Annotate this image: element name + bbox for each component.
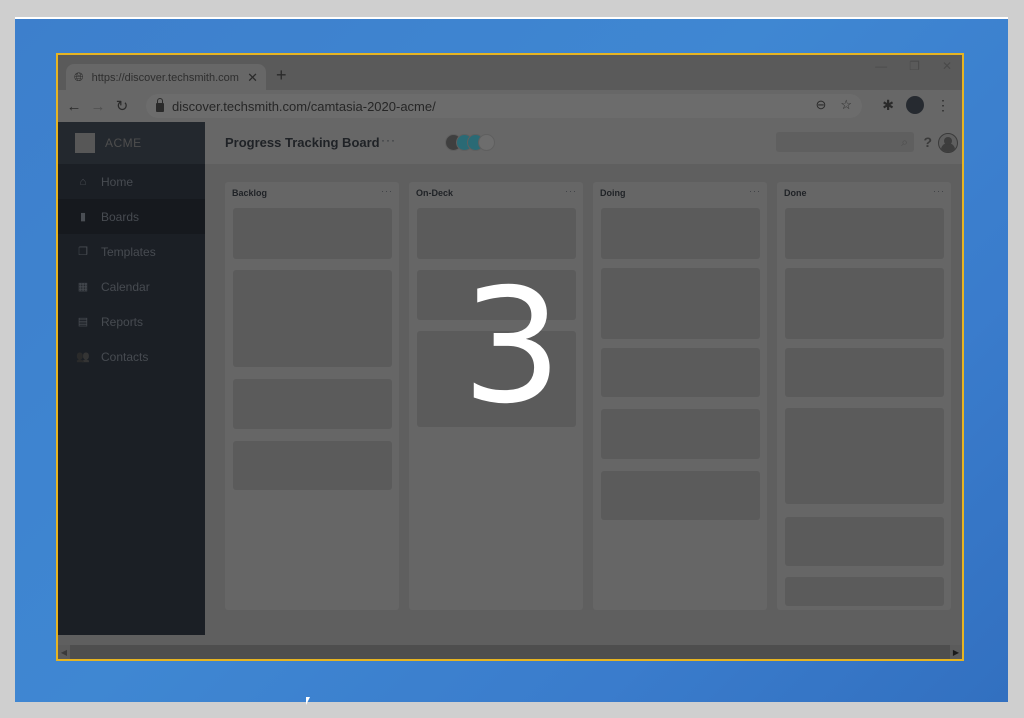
page-title: Progress Tracking Board — [225, 135, 380, 150]
board-more-icon[interactable]: ··· — [381, 133, 396, 147]
column-more-icon[interactable]: ··· — [933, 186, 945, 196]
minimize-button[interactable]: — — [875, 59, 887, 73]
brand[interactable]: ACME — [58, 122, 205, 164]
card[interactable] — [785, 268, 944, 339]
tab-close-icon[interactable]: ✕ — [247, 70, 258, 86]
forward-button[interactable]: → — [86, 98, 110, 115]
zoom-icon[interactable]: ⊖ — [815, 97, 826, 113]
back-button[interactable]: ← — [62, 98, 86, 115]
window-controls: — ❐ ✕ — [875, 59, 952, 73]
copy-icon: ❐ — [78, 246, 88, 258]
mouse-cursor-icon — [306, 697, 310, 705]
browser-toolbar: ← → ↻ discover.techsmith.com/camtasia-20… — [58, 90, 962, 122]
browser-tab-bar: 🌐︎ https://discover.techsmith.com/c ✕ + … — [58, 55, 962, 91]
scroll-right-arrow[interactable]: ▶ — [950, 645, 962, 659]
extensions-icon[interactable]: ✱ — [882, 97, 894, 114]
card[interactable] — [601, 208, 760, 259]
card[interactable] — [233, 270, 392, 367]
address-bar[interactable]: discover.techsmith.com/camtasia-2020-acm… — [146, 94, 862, 118]
globe-icon: 🌐︎ — [74, 70, 84, 84]
tab-title: https://discover.techsmith.com/c — [91, 71, 240, 84]
help-icon[interactable]: ? — [923, 134, 932, 150]
user-avatar[interactable] — [938, 133, 958, 153]
clipboard-icon: ▮ — [79, 211, 87, 223]
search-input[interactable]: ⌕ — [776, 132, 914, 152]
column-backlog: Backlog ··· — [225, 182, 399, 610]
card[interactable] — [785, 577, 944, 606]
card[interactable] — [785, 208, 944, 259]
board-header: Progress Tracking Board ··· ⌕ ? — [205, 122, 962, 164]
calendar-icon: ▦ — [77, 281, 89, 293]
card[interactable] — [601, 348, 760, 397]
browser-tab[interactable]: 🌐︎ https://discover.techsmith.com/c ✕ — [66, 64, 266, 91]
browser-menu-icon[interactable]: ⋮ — [936, 97, 950, 114]
card[interactable] — [417, 270, 576, 320]
sidebar-item-reports[interactable]: ▤ Reports — [58, 304, 205, 339]
avatar[interactable] — [478, 134, 495, 151]
column-done: Done ··· — [777, 182, 951, 610]
users-icon: 👥 — [76, 351, 90, 363]
recording-area-frame: 🌐︎ https://discover.techsmith.com/c ✕ + … — [56, 53, 964, 661]
brand-logo — [75, 133, 95, 153]
card[interactable] — [233, 208, 392, 259]
sidebar-item-label: Calendar — [101, 279, 150, 294]
column-title: Doing — [600, 188, 626, 198]
column-more-icon[interactable]: ··· — [381, 186, 393, 196]
card[interactable] — [785, 348, 944, 397]
column-on-deck: On-Deck ··· — [409, 182, 583, 610]
home-icon: ⌂ — [79, 175, 87, 188]
kanban-board: Backlog ··· On-Deck ··· Doing ··· Done ·… — [205, 164, 962, 635]
column-doing: Doing ··· — [593, 182, 767, 610]
card[interactable] — [233, 379, 392, 429]
sidebar-item-label: Contacts — [101, 349, 149, 364]
bottom-bar — [0, 702, 1024, 718]
column-title: Backlog — [232, 188, 268, 198]
document-icon: ▤ — [77, 316, 89, 328]
sidebar-item-label: Home — [101, 174, 134, 189]
sidebar-item-calendar[interactable]: ▦ Calendar — [58, 269, 205, 304]
sidebar-item-label: Boards — [101, 209, 140, 224]
sidebar-item-boards[interactable]: ▮ Boards — [58, 199, 205, 234]
sidebar: ACME ⌂ Home ▮ Boards ❐ Templates ▦ Calen… — [58, 122, 205, 635]
card[interactable] — [785, 517, 944, 566]
scroll-left-arrow[interactable]: ◀ — [58, 645, 70, 659]
card[interactable] — [601, 268, 760, 339]
column-title: On-Deck — [416, 188, 454, 198]
card[interactable] — [785, 408, 944, 504]
reload-button[interactable]: ↻ — [110, 97, 134, 115]
web-app: ACME ⌂ Home ▮ Boards ❐ Templates ▦ Calen… — [58, 122, 962, 635]
search-icon: ⌕ — [901, 135, 908, 149]
brand-name: ACME — [105, 136, 142, 150]
member-avatars — [445, 134, 495, 151]
column-more-icon[interactable]: ··· — [749, 186, 761, 196]
close-window-button[interactable]: ✕ — [942, 59, 952, 73]
profile-avatar[interactable] — [906, 96, 924, 114]
sidebar-item-label: Reports — [101, 314, 144, 329]
bookmark-star-icon[interactable]: ☆ — [840, 97, 852, 113]
sidebar-item-home[interactable]: ⌂ Home — [58, 164, 205, 199]
card[interactable] — [417, 331, 576, 427]
maximize-button[interactable]: ❐ — [909, 59, 920, 73]
horizontal-scrollbar[interactable]: ◀ ▶ — [58, 645, 962, 659]
card[interactable] — [601, 471, 760, 520]
column-title: Done — [784, 188, 807, 198]
card[interactable] — [233, 441, 392, 490]
card[interactable] — [417, 208, 576, 259]
screen: 🌐︎ https://discover.techsmith.com/c ✕ + … — [0, 0, 1024, 718]
column-more-icon[interactable]: ··· — [565, 186, 577, 196]
sidebar-item-templates[interactable]: ❐ Templates — [58, 234, 205, 269]
new-tab-button[interactable]: + — [276, 65, 287, 86]
lock-icon — [156, 98, 164, 112]
card[interactable] — [601, 409, 760, 459]
sidebar-item-contacts[interactable]: 👥 Contacts — [58, 339, 205, 374]
url-text: discover.techsmith.com/camtasia-2020-acm… — [172, 98, 436, 114]
sidebar-item-label: Templates — [101, 244, 156, 259]
